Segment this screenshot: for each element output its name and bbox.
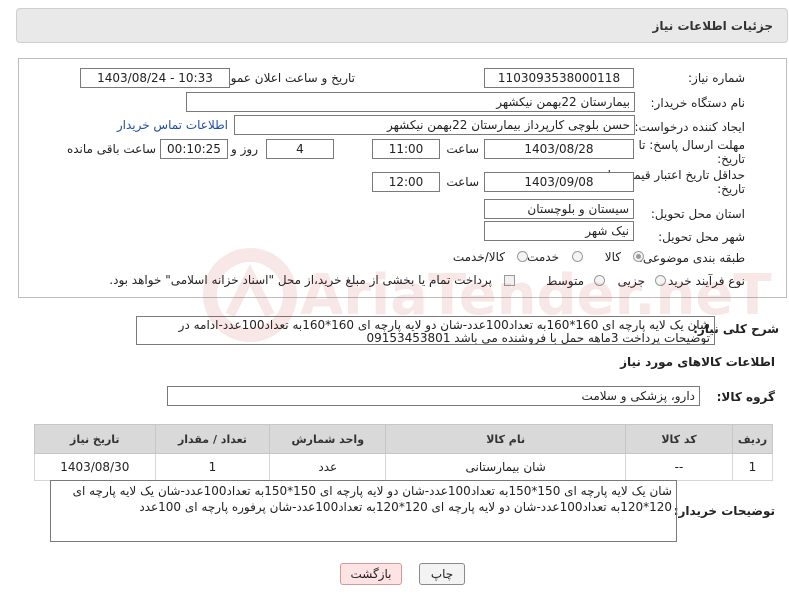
announce-date-field: 1403/08/24 - 10:33 xyxy=(80,68,230,88)
reply-deadline-label-date: تاریخ: xyxy=(717,152,745,166)
header-item-code: کد کالا xyxy=(625,424,733,454)
category-radio-service[interactable] xyxy=(572,251,583,262)
page-header: جزئیات اطلاعات نیاز xyxy=(16,8,788,43)
category-option-goods-service: کالا/خدمت xyxy=(452,250,505,264)
buyer-notes-label: توضیحات خریدار: xyxy=(673,504,775,518)
category-option-goods: کالا xyxy=(604,250,621,264)
city-field: نیک شهر xyxy=(484,221,634,241)
need-number-label: شماره نیاز: xyxy=(688,71,745,85)
days-remaining-field: 4 xyxy=(266,139,334,159)
back-button[interactable]: بازگشت xyxy=(340,563,402,585)
cell-need-date: 1403/08/30 xyxy=(34,453,156,481)
process-radio-minor[interactable] xyxy=(655,275,666,286)
category-radio-goods[interactable] xyxy=(633,251,644,262)
category-radio-goods-service[interactable] xyxy=(517,251,528,262)
time-remaining-label: ساعت باقی مانده xyxy=(66,142,156,156)
cell-row-number: 1 xyxy=(731,453,774,481)
buyer-org-field: بیمارستان 22بهمن نیکشهر xyxy=(186,92,635,112)
header-row-number: ردیف xyxy=(731,424,774,454)
buyer-contact-link[interactable]: اطلاعات تماس خریدار xyxy=(117,118,228,132)
validity-time-field: 12:00 xyxy=(372,172,440,192)
goods-group-field: دارو، پزشکی و سلامت xyxy=(167,386,700,406)
province-field: سیستان و بلوچستان xyxy=(484,199,634,219)
province-label: استان محل تحویل: xyxy=(650,207,745,221)
description-textarea[interactable]: شان یک لایه پارچه ای 160*160به تعداد100ع… xyxy=(136,316,715,345)
header-item-name: نام کالا xyxy=(385,424,627,454)
days-label: روز و xyxy=(231,142,258,156)
cell-item-name: شان بیمارستانی xyxy=(385,453,627,481)
treasury-payment-note: پرداخت تمام یا بخشی از مبلغ خرید،از محل … xyxy=(109,273,492,287)
page-title: جزئیات اطلاعات نیاز xyxy=(652,19,773,33)
need-number-field: 1103093538000118 xyxy=(484,68,634,88)
reply-time-label: ساعت xyxy=(446,142,479,156)
time-remaining-field: 00:10:25 xyxy=(160,139,228,159)
buyer-org-label: نام دستگاه خریدار: xyxy=(650,96,746,110)
validity-date-field: 1403/09/08 xyxy=(484,172,634,192)
treasury-payment-checkbox[interactable] xyxy=(504,275,515,286)
goods-group-label: گروه کالا: xyxy=(716,390,775,404)
reply-deadline-label: مهلت ارسال پاسخ: تا xyxy=(638,138,745,152)
goods-table: ردیف کد کالا نام کالا واحد شمارش تعداد /… xyxy=(34,424,774,481)
category-option-service: خدمت xyxy=(527,250,559,264)
cell-unit: عدد xyxy=(269,453,387,481)
buyer-notes-textarea[interactable]: شان یک لایه پارچه ای 150*150به تعداد100ع… xyxy=(50,480,677,542)
reply-time-field: 11:00 xyxy=(372,139,440,159)
validity-time-label: ساعت xyxy=(446,175,479,189)
announce-date-label: تاریخ و ساعت اعلان عمومی: xyxy=(210,71,355,85)
city-label: شهر محل تحویل: xyxy=(658,230,745,244)
table-header-row: ردیف کد کالا نام کالا واحد شمارش تعداد /… xyxy=(34,424,774,454)
process-option-minor: جزیی xyxy=(617,274,645,288)
requester-label: ایجاد کننده درخواست: xyxy=(634,120,745,134)
cell-item-code: -- xyxy=(625,453,733,481)
print-button[interactable]: چاپ xyxy=(419,563,465,585)
header-unit: واحد شمارش xyxy=(269,424,387,454)
cell-quantity: 1 xyxy=(154,453,271,481)
price-validity-label-date: تاریخ: xyxy=(717,182,745,196)
table-row: 1 -- شان بیمارستانی عدد 1 1403/08/30 xyxy=(34,453,774,481)
header-need-date: تاریخ نیاز xyxy=(34,424,156,454)
process-option-medium: متوسط xyxy=(546,274,584,288)
process-radio-medium[interactable] xyxy=(594,275,605,286)
requester-field: حسن بلوچی کارپرداز بیمارستان 22بهمن نیکش… xyxy=(234,115,635,135)
category-label: طبقه بندی موضوعی: xyxy=(638,251,745,265)
reply-date-field: 1403/08/28 xyxy=(484,139,634,159)
process-type-label: نوع فرآیند خرید : xyxy=(660,274,745,288)
goods-info-title: اطلاعات کالاهای مورد نیاز xyxy=(620,355,775,369)
header-quantity: تعداد / مقدار xyxy=(154,424,271,454)
